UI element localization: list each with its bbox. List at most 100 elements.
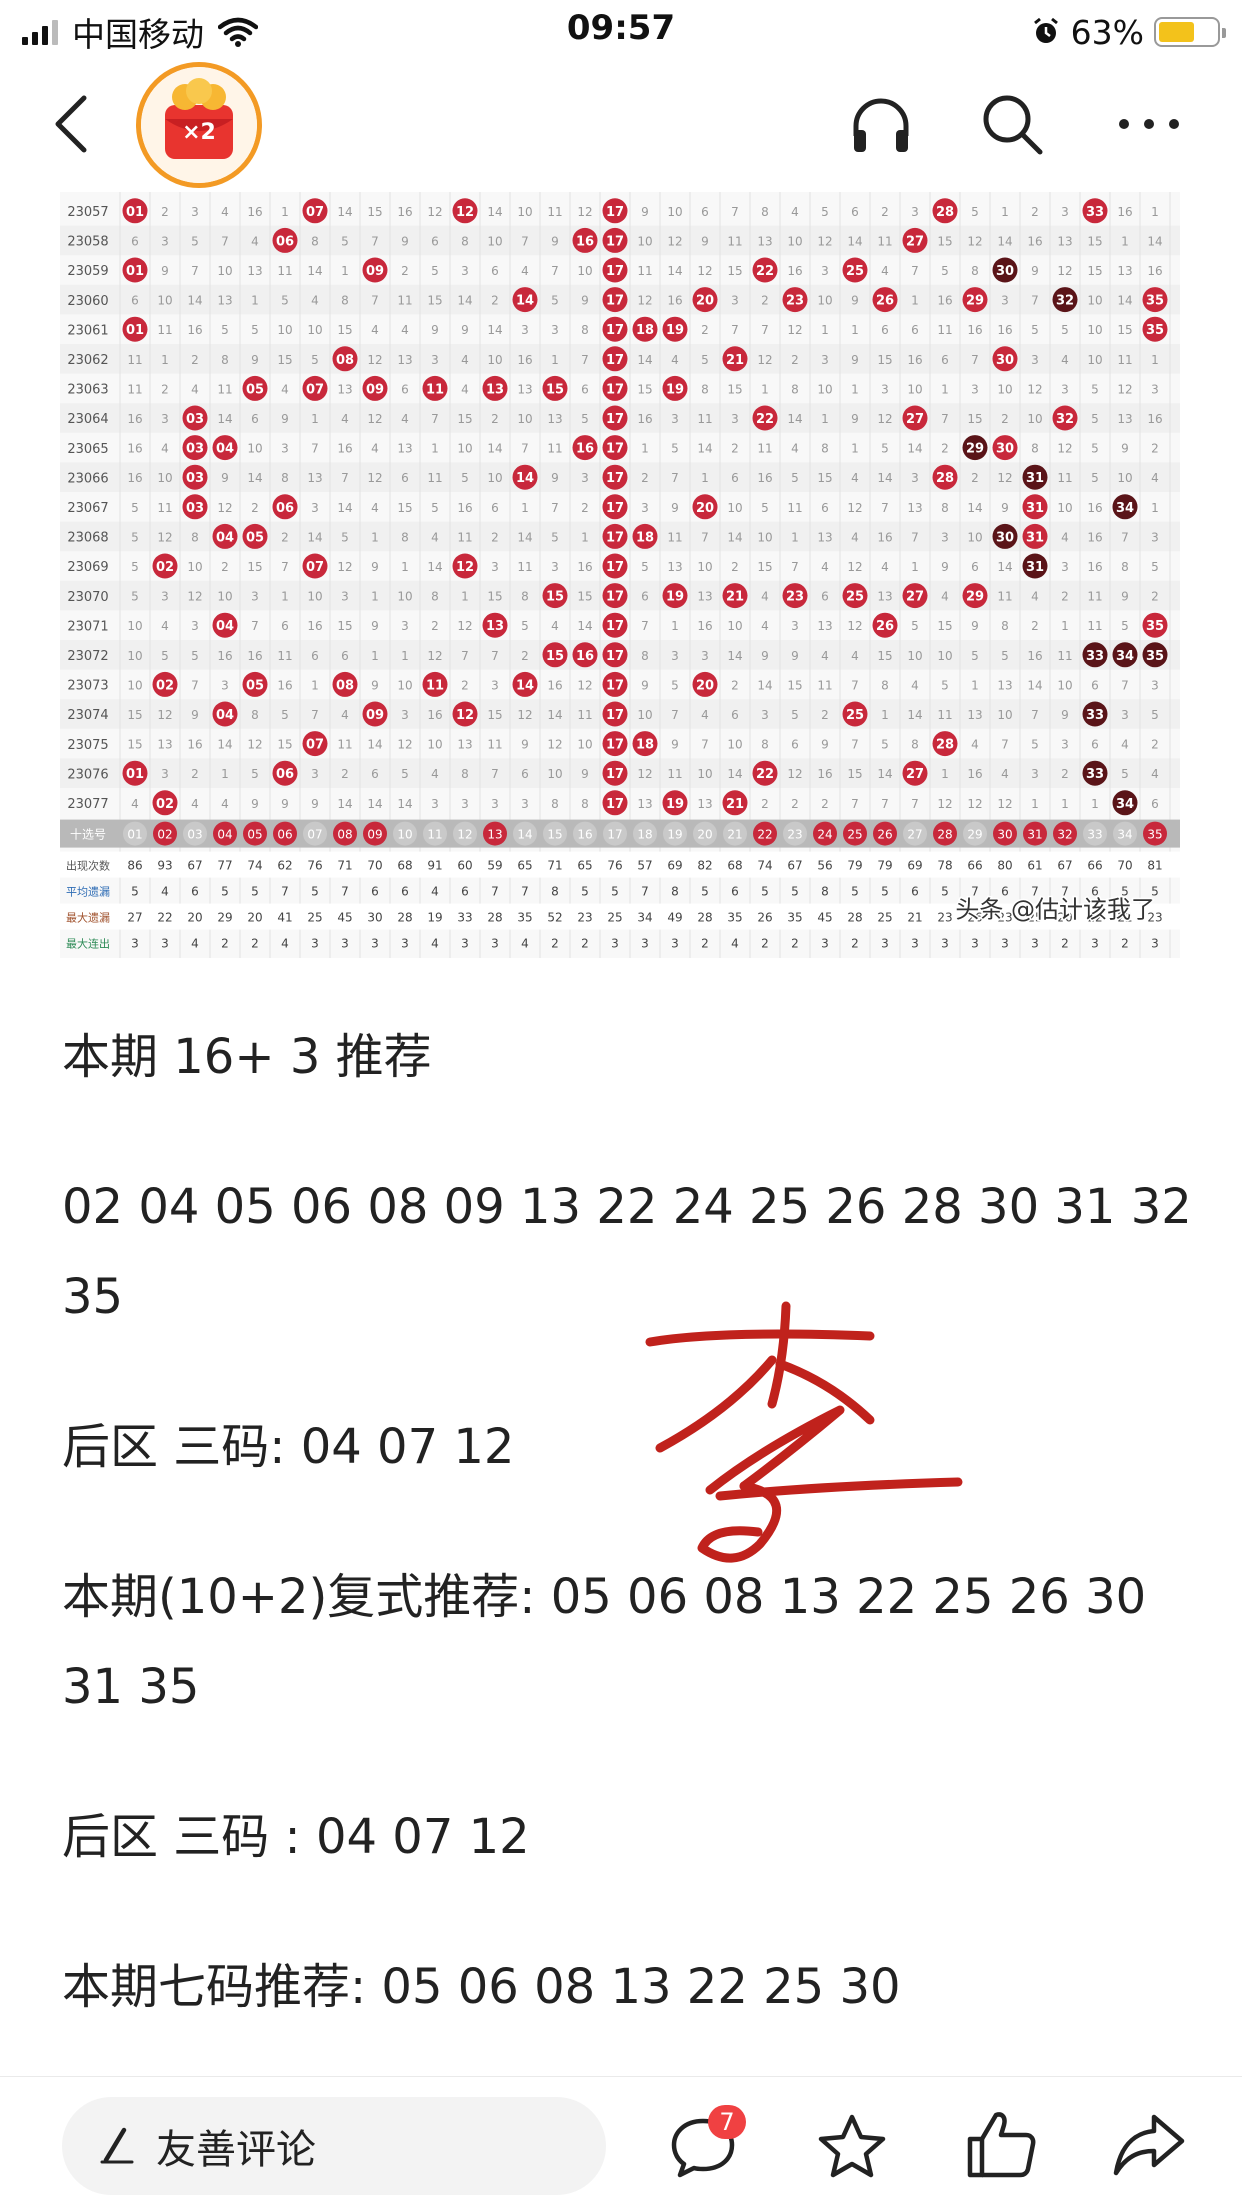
miss-count: 14: [727, 530, 742, 544]
miss-count: 4: [761, 590, 769, 604]
miss-count: 12: [1117, 382, 1132, 396]
miss-count: 16: [127, 412, 142, 426]
stats-value: 6: [191, 885, 199, 899]
drawn-ball-number: 20: [696, 294, 714, 309]
drawn-ball-number: 33: [1086, 649, 1104, 664]
selector-number: 29: [967, 828, 982, 842]
stats-value: 78: [937, 859, 952, 873]
miss-count: 1: [941, 382, 949, 396]
drawn-ball-number: 02: [156, 560, 174, 575]
miss-count: 3: [461, 264, 469, 278]
red-packet-icon[interactable]: ×2: [136, 62, 262, 188]
stats-value: 62: [277, 859, 292, 873]
selector-number: 28: [937, 828, 952, 842]
drawn-ball-number: 28: [936, 205, 954, 220]
search-icon[interactable]: [980, 92, 1044, 156]
miss-count: 7: [881, 797, 889, 811]
miss-count: 7: [371, 294, 379, 308]
stats-value: 8: [671, 885, 679, 899]
issue-label: 23069: [67, 560, 108, 575]
miss-count: 11: [697, 412, 712, 426]
miss-count: 10: [307, 590, 322, 604]
miss-count: 12: [157, 708, 172, 722]
miss-count: 9: [581, 294, 589, 308]
miss-count: 1: [1121, 234, 1129, 248]
miss-count: 5: [341, 234, 349, 248]
headphone-icon[interactable]: [848, 92, 914, 158]
miss-count: 2: [1031, 205, 1039, 219]
share-icon[interactable]: [1112, 2113, 1186, 2177]
miss-count: 2: [821, 708, 829, 722]
miss-count: 10: [997, 382, 1012, 396]
miss-count: 12: [367, 412, 382, 426]
miss-count: 6: [731, 471, 739, 485]
drawn-ball-number: 04: [216, 530, 234, 545]
drawn-ball-number: 31: [1026, 471, 1044, 486]
stats-value: 91: [427, 859, 442, 873]
miss-count: 12: [997, 797, 1012, 811]
miss-count: 3: [1151, 530, 1159, 544]
miss-count: 8: [461, 767, 469, 781]
miss-count: 9: [551, 234, 559, 248]
stats-value: 4: [431, 937, 439, 951]
drawn-ball-number: 20: [696, 501, 714, 516]
drawn-ball-number: 27: [906, 234, 924, 249]
miss-count: 2: [731, 442, 739, 456]
drawn-ball-number: 07: [306, 205, 324, 220]
stats-value: 20: [247, 911, 262, 925]
miss-count: 8: [581, 323, 589, 337]
selector-number: 31: [1027, 828, 1042, 842]
miss-count: 5: [191, 234, 199, 248]
issue-label: 23061: [67, 323, 108, 338]
miss-count: 9: [251, 797, 259, 811]
miss-count: 4: [191, 797, 199, 811]
miss-count: 1: [461, 590, 469, 604]
miss-count: 6: [491, 264, 499, 278]
miss-count: 4: [401, 323, 409, 337]
drawn-ball-number: 18: [636, 738, 654, 753]
battery-icon: [1154, 17, 1226, 47]
miss-count: 6: [491, 501, 499, 515]
miss-count: 6: [1091, 738, 1099, 752]
stats-value: 45: [337, 911, 352, 925]
miss-count: 10: [667, 205, 682, 219]
drawn-ball-number: 17: [606, 412, 624, 427]
drawn-ball-number: 08: [336, 353, 354, 368]
miss-count: 15: [967, 412, 982, 426]
drawn-ball-number: 05: [246, 382, 264, 397]
stats-value: 61: [1027, 859, 1042, 873]
miss-count: 6: [311, 649, 319, 663]
issue-label: 23057: [67, 205, 108, 220]
back-icon[interactable]: [48, 94, 100, 154]
miss-count: 1: [1151, 501, 1159, 515]
miss-count: 5: [701, 353, 709, 367]
more-icon[interactable]: [1116, 112, 1182, 136]
miss-count: 5: [1121, 619, 1129, 633]
stats-value: 3: [1091, 937, 1099, 951]
miss-count: 9: [1031, 264, 1039, 278]
miss-count: 13: [667, 560, 682, 574]
like-icon[interactable]: [966, 2109, 1036, 2179]
miss-count: 11: [937, 708, 952, 722]
drawn-ball-number: 30: [996, 353, 1014, 368]
miss-count: 4: [131, 797, 139, 811]
stats-value: 67: [187, 859, 202, 873]
miss-count: 12: [1057, 264, 1072, 278]
comment-input[interactable]: 友善评论: [62, 2097, 606, 2195]
miss-count: 9: [191, 708, 199, 722]
miss-count: 15: [247, 560, 262, 574]
miss-count: 12: [367, 353, 382, 367]
miss-count: 15: [1087, 234, 1102, 248]
miss-count: 5: [131, 501, 139, 515]
miss-count: 4: [1061, 353, 1069, 367]
selector-number: 10: [397, 828, 412, 842]
drawn-ball-number: 17: [606, 767, 624, 782]
stats-value: 60: [457, 859, 472, 873]
miss-count: 13: [907, 501, 922, 515]
star-icon[interactable]: [816, 2113, 888, 2179]
article-image[interactable]: 23057 23058 23059 23060 23061 23062 23063 23064…: [60, 192, 1180, 958]
miss-count: 1: [701, 471, 709, 485]
drawn-ball-number: 29: [966, 294, 984, 309]
miss-count: 5: [1091, 471, 1099, 485]
stats-value: 68: [727, 859, 742, 873]
